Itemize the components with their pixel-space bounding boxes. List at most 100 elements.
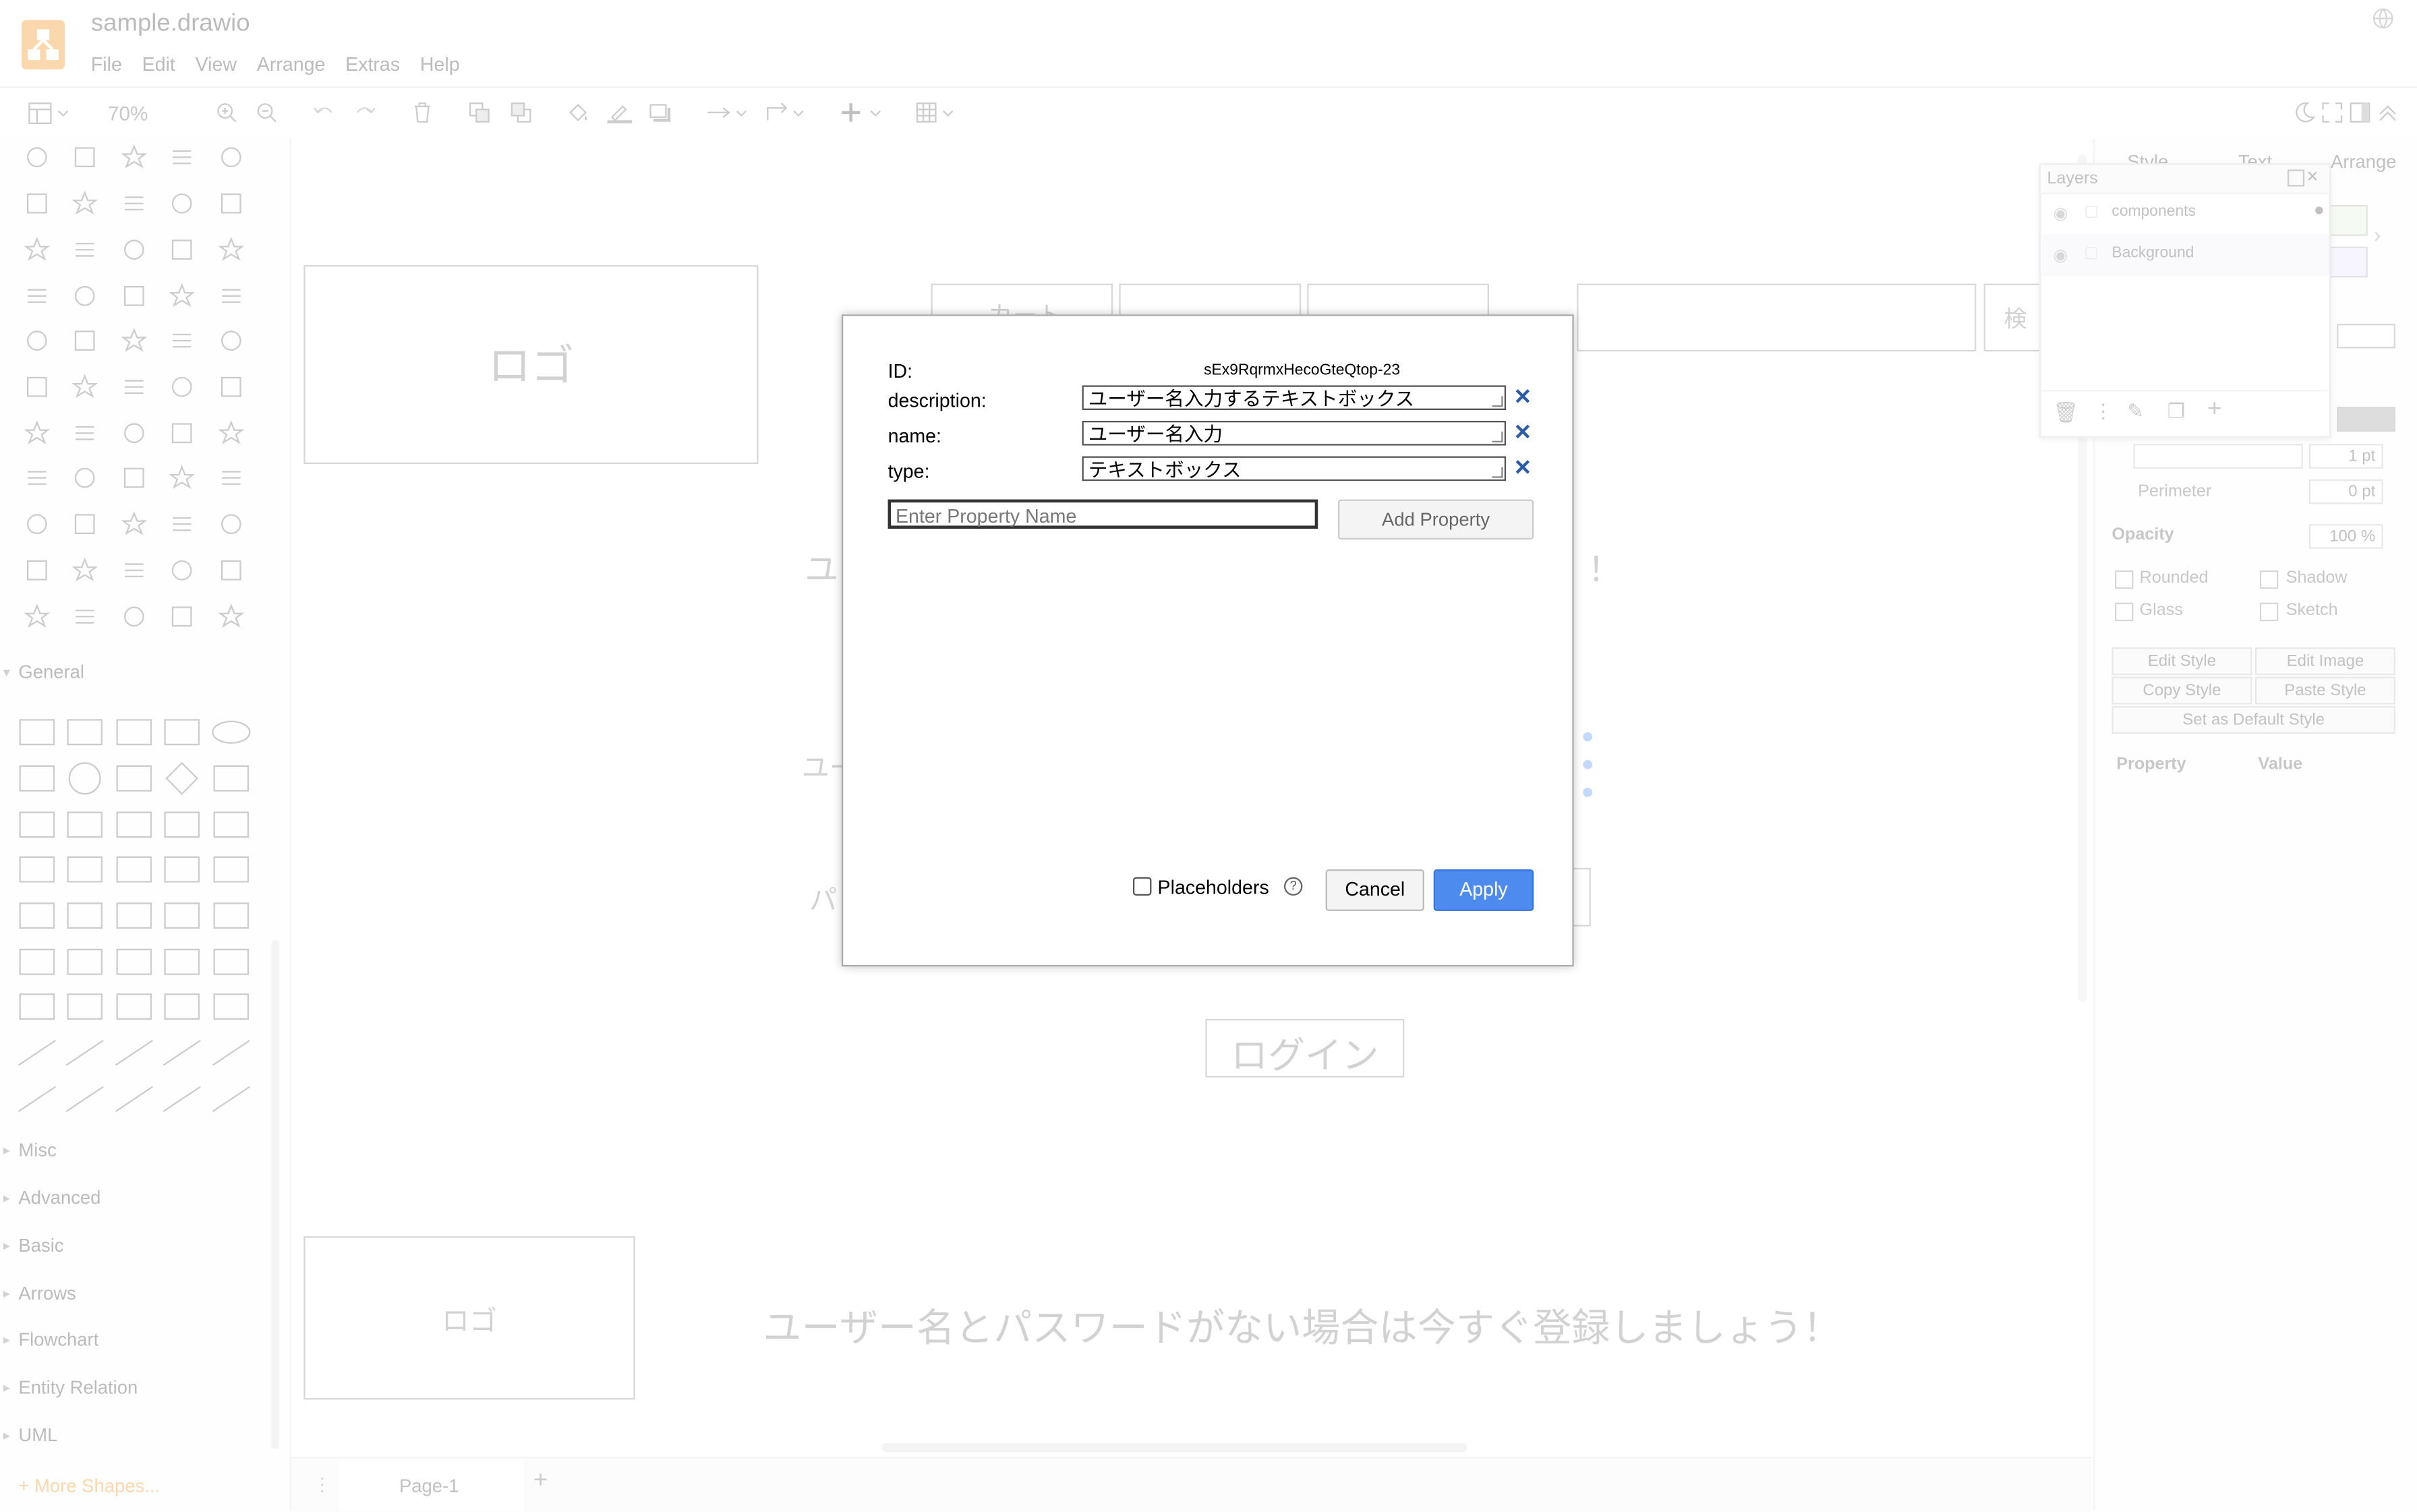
ellipse-shape[interactable] [63, 1035, 107, 1072]
ellipse-shape[interactable] [161, 760, 204, 797]
type-field[interactable]: テキストボックス [1082, 456, 1507, 482]
refresh-icon[interactable] [22, 188, 53, 219]
rectangle-shape[interactable] [16, 714, 59, 751]
layer-row[interactable]: ◉ ▢ Background [2041, 235, 2329, 277]
ellipse-shape[interactable] [161, 1035, 204, 1072]
document-shape[interactable] [210, 851, 253, 888]
section-basic[interactable]: Basic [3, 1235, 63, 1256]
line-color-icon[interactable] [607, 102, 633, 128]
thumb-icon[interactable] [22, 325, 53, 356]
lock-icon[interactable] [216, 372, 247, 403]
add-page-icon[interactable]: + [533, 1467, 548, 1495]
cylinder-shape[interactable] [113, 1080, 156, 1117]
apply-button[interactable]: Apply [1433, 869, 1534, 911]
zoom-level[interactable]: 70% [108, 102, 148, 125]
user-icon[interactable] [22, 417, 53, 448]
star-icon[interactable] [216, 234, 247, 265]
add-layer-icon[interactable]: + [2207, 396, 2221, 424]
layer-row[interactable]: ◉ ▢ components [2041, 194, 2329, 236]
tab-arrange[interactable]: Arrange [2331, 151, 2397, 173]
document-shape[interactable] [16, 851, 59, 888]
sort-icon[interactable] [119, 555, 150, 586]
edit-layer-icon[interactable]: ✎ [2127, 399, 2144, 424]
waypoints-icon[interactable] [766, 102, 809, 128]
speaker-icon[interactable] [22, 463, 53, 494]
wifi-icon[interactable] [167, 508, 198, 540]
section-general[interactable]: General [3, 662, 84, 683]
sidebar-scrollbar[interactable] [271, 940, 279, 1449]
ellipse-shape[interactable] [16, 1035, 59, 1072]
lock-icon[interactable] [167, 372, 198, 403]
refresh-icon[interactable] [167, 601, 198, 632]
format-panel-icon[interactable] [28, 102, 71, 131]
description-field[interactable]: ユーザー名入力するテキストボックス [1082, 385, 1507, 410]
wifi-icon[interactable] [69, 508, 100, 540]
speaker-icon[interactable] [167, 463, 198, 494]
chevron-right-icon[interactable]: › [2374, 222, 2381, 247]
star-icon[interactable] [119, 234, 150, 265]
cylinder-shape[interactable] [161, 1080, 204, 1117]
menu-file[interactable]: File [91, 54, 122, 76]
wifi-icon[interactable] [22, 508, 53, 540]
toggle-panel-icon[interactable] [2349, 102, 2370, 128]
tag-icon[interactable] [69, 281, 100, 312]
dark-mode-icon[interactable] [2294, 102, 2316, 128]
refresh-icon[interactable] [216, 601, 247, 632]
perimeter-input[interactable]: 0 pt [2308, 479, 2383, 504]
sort-icon[interactable] [69, 142, 100, 173]
redo-icon[interactable] [355, 102, 376, 128]
menu-arrange[interactable]: Arrange [257, 54, 326, 76]
shadow-checkbox[interactable] [2259, 570, 2279, 589]
line-shape[interactable] [161, 943, 204, 981]
menu-extras[interactable]: Extras [345, 54, 400, 76]
zoom-out-icon[interactable] [256, 102, 277, 128]
tag-icon[interactable] [167, 281, 198, 312]
speaker-icon[interactable] [119, 463, 150, 494]
user-icon[interactable] [69, 417, 100, 448]
rectangle-shape[interactable] [161, 988, 204, 1025]
document-shape[interactable] [113, 851, 156, 888]
star-icon[interactable] [22, 234, 53, 265]
lock-icon[interactable] [22, 372, 53, 403]
star-icon[interactable] [69, 234, 100, 265]
search-box[interactable] [1577, 283, 1977, 352]
cylinder-shape[interactable] [63, 806, 107, 843]
set-default-style-button[interactable]: Set as Default Style [2112, 705, 2395, 734]
line-shape[interactable] [113, 943, 156, 981]
cylinder-shape[interactable] [16, 1080, 59, 1117]
lock-icon[interactable]: ▢ [2084, 245, 2099, 262]
property-name-input[interactable]: Enter Property Name [887, 499, 1318, 529]
ellipse-shape[interactable] [16, 760, 59, 797]
cylinder-shape[interactable] [210, 1080, 253, 1117]
tag-icon[interactable] [216, 281, 247, 312]
edit-style-button[interactable]: Edit Style [2112, 647, 2252, 676]
name-field[interactable]: ユーザー名入力 [1082, 420, 1507, 446]
opacity-input[interactable]: 100 % [2308, 524, 2383, 549]
thumb-icon[interactable] [69, 325, 100, 356]
sketch-checkbox[interactable] [2259, 602, 2279, 622]
thumb-icon[interactable] [167, 325, 198, 356]
section-advanced[interactable]: Advanced [3, 1187, 100, 1209]
document-title[interactable]: sample.drawio [91, 11, 250, 38]
refresh-icon[interactable] [167, 188, 198, 219]
sort-icon[interactable] [167, 555, 198, 586]
paste-style-button[interactable]: Paste Style [2254, 676, 2395, 705]
help-icon[interactable]: ? [1283, 877, 1303, 896]
ellipse-shape[interactable] [113, 760, 156, 797]
refresh-icon[interactable] [69, 188, 100, 219]
menu-help[interactable]: Help [420, 54, 460, 76]
lock-icon[interactable] [69, 372, 100, 403]
to-back-icon[interactable] [511, 102, 532, 128]
rounded-checkbox[interactable] [2114, 570, 2134, 589]
sort-icon[interactable] [69, 555, 100, 586]
rectangle-shape[interactable] [16, 988, 59, 1025]
container-shape[interactable] [113, 897, 156, 934]
remove-name-icon[interactable]: ✕ [1514, 419, 1532, 446]
cylinder-shape[interactable] [16, 806, 59, 843]
copy-style-button[interactable]: Copy Style [2112, 676, 2252, 705]
collapse-icon[interactable] [2377, 102, 2399, 128]
rectangle-shape[interactable] [63, 988, 107, 1025]
ellipse-shape[interactable] [210, 760, 253, 797]
rectangle-shape[interactable] [113, 714, 156, 751]
undo-icon[interactable] [313, 102, 334, 128]
